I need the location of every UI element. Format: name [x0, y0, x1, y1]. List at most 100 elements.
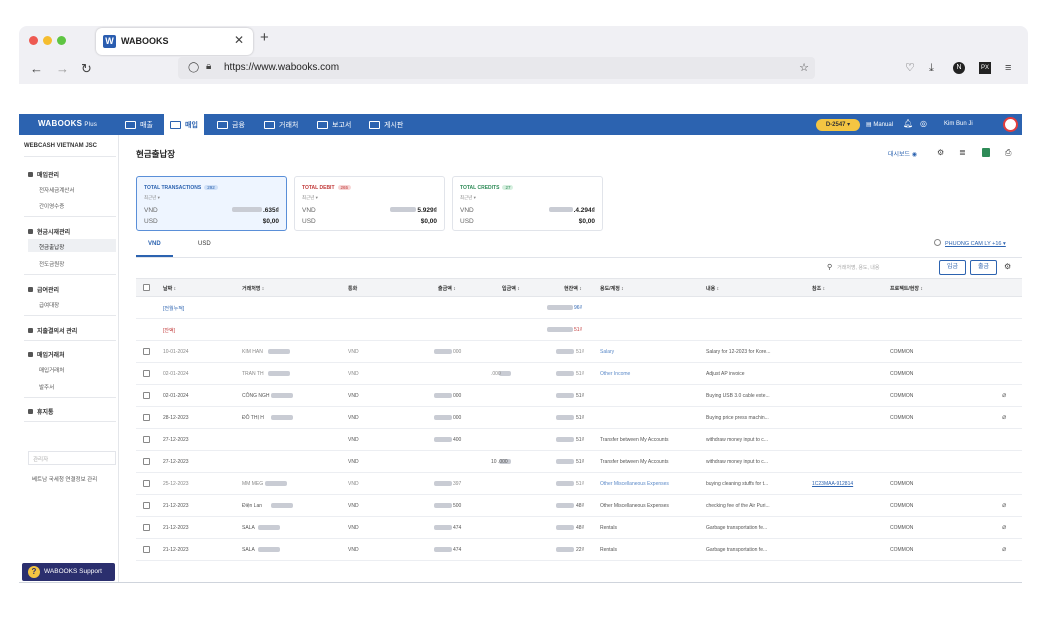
sidebar-item-payroll-ledger[interactable]: 급여대장: [39, 301, 59, 309]
col-balance[interactable]: 현잔액 ↕: [564, 285, 582, 292]
sidebar-item-e-invoice[interactable]: 전자세금계산서: [39, 186, 74, 194]
withdraw-button[interactable]: 출금: [970, 260, 997, 275]
attachment-icon[interactable]: ⌀: [1002, 501, 1006, 509]
d-day-badge[interactable]: D-2547 ▾: [816, 119, 860, 131]
sidebar-item-cashbook[interactable]: 현금출납장: [39, 243, 64, 251]
sidebar-group-payroll[interactable]: 급여관리: [28, 285, 59, 294]
row-checkbox[interactable]: [143, 348, 150, 355]
vendor-cell[interactable]: SALA: [242, 525, 255, 531]
nav-vendors[interactable]: 거래처: [258, 114, 304, 135]
col-project[interactable]: 프로젝트/현장 ↕: [890, 285, 923, 292]
bell-icon[interactable]: 🔔︎: [903, 119, 913, 128]
close-window-icon[interactable]: [29, 36, 38, 45]
shield-icon[interactable]: ◯: [188, 62, 199, 73]
url-text[interactable]: https://www.wabooks.com: [224, 62, 339, 73]
table-row[interactable]: 27-12-2023 VND 400 51₫ Transfer between My A…: [136, 429, 1022, 451]
account-icon[interactable]: N: [953, 62, 965, 74]
vendor-cell[interactable]: KIM HAN: [242, 349, 263, 355]
col-content[interactable]: 내용 ↕: [706, 285, 719, 292]
row-checkbox[interactable]: [143, 370, 150, 377]
user-name[interactable]: Kim Bun Ji: [944, 121, 973, 127]
settings-icon[interactable]: ⚙: [937, 148, 944, 157]
row-checkbox[interactable]: [143, 414, 150, 421]
sidebar-item-purchase-order[interactable]: 발주서: [39, 383, 54, 391]
dashboard-toggle[interactable]: 대시보드 ◉: [888, 149, 917, 158]
row-checkbox[interactable]: [143, 546, 150, 553]
print-icon[interactable]: ⎙: [1005, 148, 1011, 157]
row-checkbox[interactable]: [143, 458, 150, 465]
table-row[interactable]: 27-12-2023 VND 10 .000 51₫ Transfer between …: [136, 451, 1022, 473]
menu-icon[interactable]: ≡: [1005, 62, 1011, 74]
column-settings-icon[interactable]: ⚙: [1004, 262, 1011, 271]
table-row[interactable]: 28-12-2023 ĐỖ THỊ H VND 000 51₫ Buying price …: [136, 407, 1022, 429]
bookmark-star-icon[interactable]: ☆: [799, 61, 809, 74]
forward-icon[interactable]: →: [56, 62, 69, 76]
table-search[interactable]: ⚲ 거래처명, 용도, 내용: [827, 262, 930, 274]
nav-board[interactable]: 게시판: [363, 114, 409, 135]
sidebar-group-expense[interactable]: 지출결의서 관리: [28, 326, 77, 335]
sidebar-group-cash[interactable]: 현금시재관리: [28, 227, 70, 236]
table-row[interactable]: 21-12-2023 Điện Lan VND 500 48₫ Other Miscell…: [136, 495, 1022, 517]
back-icon[interactable]: ←: [30, 62, 43, 76]
attachment-icon[interactable]: ⌀: [1002, 545, 1006, 553]
support-button[interactable]: ? WABOOKS Support: [22, 563, 115, 581]
attachment-icon[interactable]: ⌀: [1002, 391, 1006, 399]
col-date[interactable]: 날짜 ↕: [163, 285, 176, 292]
col-ref[interactable]: 참조 ↕: [812, 285, 825, 292]
table-row[interactable]: 21-12-2023 SALA VND 474 22₫ Rentals Garbage tr…: [136, 539, 1022, 561]
sidebar-search-input[interactable]: 관리자: [28, 451, 116, 465]
nav-reports[interactable]: 보고서: [311, 114, 357, 135]
vendor-cell[interactable]: TRAN TH: [242, 371, 264, 377]
user-filter[interactable]: PHUONG CAM LY +16 ▾: [934, 239, 1006, 247]
col-debit[interactable]: 출금액 ↕: [438, 285, 456, 292]
col-credit[interactable]: 입금액 ↕: [502, 285, 520, 292]
avatar[interactable]: [1003, 117, 1018, 132]
period-select[interactable]: 최근년 ▾: [302, 195, 318, 201]
reload-icon[interactable]: ↻: [81, 62, 92, 76]
row-checkbox[interactable]: [143, 524, 150, 531]
brand-logo[interactable]: WABOOKS Plus: [38, 119, 97, 128]
row-checkbox[interactable]: [143, 502, 150, 509]
card-total-debit[interactable]: TOTAL DEBIT 265 최근년 ▾ VND 5.929₫ USD $0,00: [294, 176, 445, 231]
table-row[interactable]: 25-12-2023 MM MEG VND 397 51₫ Other Miscellan…: [136, 473, 1022, 495]
manual-link[interactable]: ▤ Manual: [866, 121, 893, 128]
vendor-cell[interactable]: CÔNG NGH: [242, 393, 270, 399]
col-vendor[interactable]: 거래처명 ↕: [242, 285, 264, 292]
table-row[interactable]: 10-01-2024 KIM HAN VND 000 51₫ Salary Salary f…: [136, 341, 1022, 363]
browser-tab[interactable]: W WABOOKS ✕: [96, 28, 253, 55]
row-checkbox[interactable]: [143, 392, 150, 399]
table-row[interactable]: 02-01-2024 CÔNG NGH VND 000 51₫ Buying USB 3.…: [136, 385, 1022, 407]
card-total-credits[interactable]: TOTAL CREDITS 27 최근년 ▾ VND .4.294₫ USD $0,0…: [452, 176, 603, 231]
address-bar[interactable]: ◯ 🔒︎ https://www.wabooks.com ☆: [178, 57, 815, 79]
sidebar-group-vendors[interactable]: 매입거래처: [28, 350, 65, 359]
pocket-icon[interactable]: ♡: [905, 62, 915, 74]
sidebar-item-simple-receipt[interactable]: 간이영수증: [39, 202, 64, 210]
nav-purchase[interactable]: 매입: [164, 114, 204, 135]
row-checkbox[interactable]: [143, 436, 150, 443]
col-category[interactable]: 용도/계정 ↕: [600, 285, 624, 292]
tab-vnd[interactable]: VND: [148, 241, 161, 247]
extension-icon[interactable]: PX: [979, 62, 992, 74]
attachment-icon[interactable]: ⌀: [1002, 413, 1006, 421]
vendor-cell[interactable]: MM MEG: [242, 481, 263, 487]
tab-usd[interactable]: USD: [198, 241, 211, 247]
download-icon[interactable]: ⤓: [929, 62, 934, 74]
minimize-window-icon[interactable]: [43, 36, 52, 45]
vendor-cell[interactable]: SALA: [242, 547, 255, 553]
sidebar-item-purchase-vendors[interactable]: 매입거래처: [39, 366, 64, 374]
sidebar-link-tax-connection[interactable]: 베트남 국세청 연결정보 관리: [32, 475, 97, 483]
sidebar-group-trash[interactable]: 휴지통: [28, 407, 54, 416]
maximize-window-icon[interactable]: [57, 36, 66, 45]
period-select[interactable]: 최근년 ▾: [144, 195, 160, 201]
deposit-button[interactable]: 입금: [939, 260, 966, 275]
sidebar-group-purchase[interactable]: 매입관리: [28, 170, 59, 179]
nav-sales[interactable]: 매출: [119, 114, 159, 135]
vendor-cell[interactable]: Điện Lan: [242, 503, 262, 509]
select-all-checkbox[interactable]: [143, 284, 150, 291]
nav-finance[interactable]: 금융: [211, 114, 251, 135]
table-row[interactable]: 21-12-2023 SALA VND 474 48₫ Rentals Garbage tr…: [136, 517, 1022, 539]
excel-icon[interactable]: [982, 148, 990, 157]
ref-link[interactable]: 1C23MAA-912814: [812, 481, 853, 487]
vendor-cell[interactable]: ĐỖ THỊ H: [242, 415, 264, 421]
row-checkbox[interactable]: [143, 480, 150, 487]
